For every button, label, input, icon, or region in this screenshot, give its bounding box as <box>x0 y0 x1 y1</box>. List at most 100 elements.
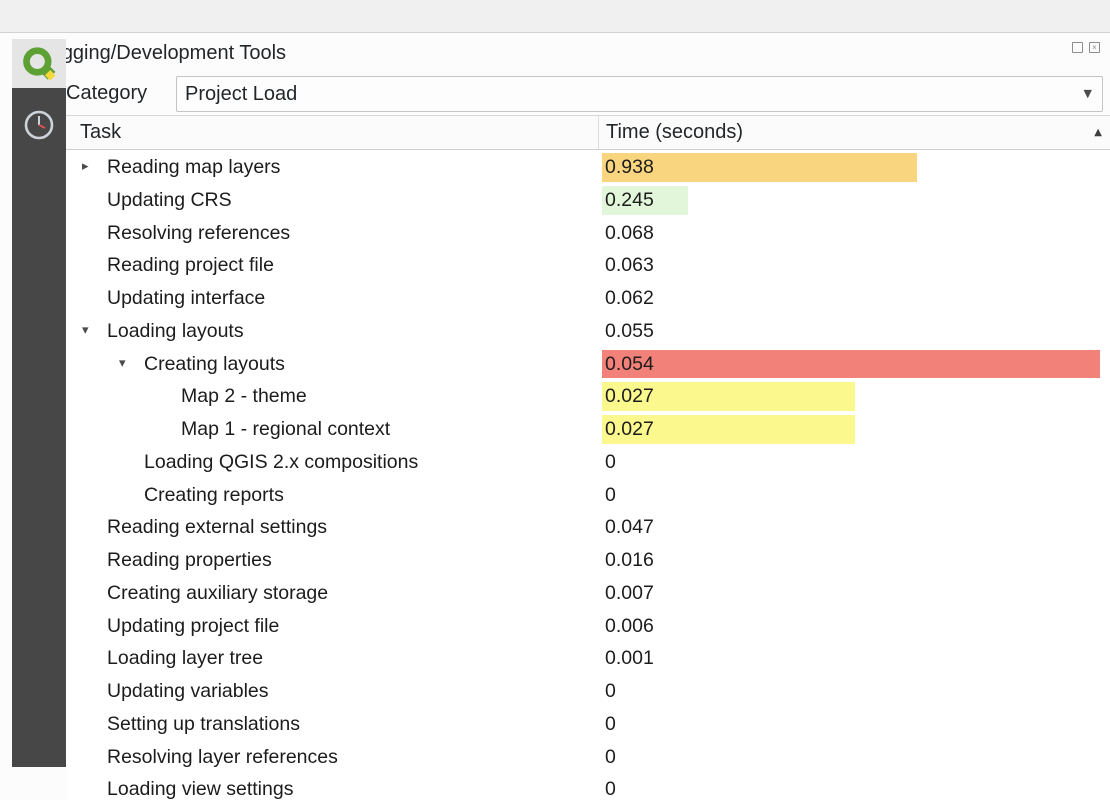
task-label: Creating auxiliary storage <box>107 582 328 604</box>
time-cell: 0.016 <box>598 544 1110 577</box>
task-label: Map 1 - regional context <box>181 418 390 440</box>
table-row[interactable]: Creating auxiliary storage 0.007 <box>66 577 1110 610</box>
table-row[interactable]: Reading project file 0.063 <box>66 249 1110 282</box>
time-cell: 0.007 <box>598 577 1110 610</box>
time-value: 0.063 <box>605 249 654 282</box>
chevron-down-icon: ▼ <box>1084 77 1092 111</box>
table-row[interactable]: Map 2 - theme0.027 <box>66 380 1110 413</box>
time-cell: 0 <box>598 773 1110 800</box>
sort-ascending-icon: ▲ <box>1094 116 1102 149</box>
time-value: 0 <box>605 675 616 708</box>
table-row[interactable]: ▾Creating layouts0.054 <box>66 348 1110 381</box>
task-label: Resolving layer references <box>107 746 338 768</box>
table-row[interactable]: Resolving layer references0 <box>66 741 1110 774</box>
time-value: 0.006 <box>605 610 654 643</box>
task-cell: Reading project file <box>66 249 598 282</box>
main-window-background <box>0 0 1110 33</box>
time-value: 0.938 <box>605 151 654 184</box>
time-value: 0.007 <box>605 577 654 610</box>
table-row[interactable]: Creating reports0 <box>66 479 1110 512</box>
table-row[interactable]: Updating project file 0.006 <box>66 610 1110 643</box>
task-cell: Reading properties <box>66 544 598 577</box>
time-cell: 0 <box>598 675 1110 708</box>
table-header: Task Time (seconds) ▲ <box>66 115 1110 150</box>
table-row[interactable]: Updating variables 0 <box>66 675 1110 708</box>
table-row[interactable]: Loading view settings 0 <box>66 773 1110 800</box>
time-cell: 0.027 <box>598 380 1110 413</box>
profiler-clock-icon[interactable] <box>12 100 66 150</box>
table-row[interactable]: Updating CRS0.245 <box>66 184 1110 217</box>
expander-expanded-icon[interactable]: ▾ <box>82 315 89 348</box>
task-label: Reading project file <box>107 254 274 276</box>
devtools-icon-bar <box>12 39 66 767</box>
table-row[interactable]: Reading properties0.016 <box>66 544 1110 577</box>
category-row: Category Project Load ▼ <box>0 73 1110 115</box>
qgis-logo-icon <box>12 39 66 88</box>
task-cell: Creating reports <box>66 479 598 512</box>
time-cell: 0.245 <box>598 184 1110 217</box>
float-panel-icon[interactable] <box>1072 42 1083 53</box>
task-label: Loading view settings <box>107 778 293 800</box>
table-row[interactable]: ▾ Loading layouts 0.055 <box>66 315 1110 348</box>
task-cell: Updating interface <box>66 282 598 315</box>
table-row[interactable]: Updating interface 0.062 <box>66 282 1110 315</box>
time-value: 0 <box>605 446 616 479</box>
table-row[interactable]: Reading external settings 0.047 <box>66 511 1110 544</box>
time-cell: 0.001 <box>598 642 1110 675</box>
table-body: ▸ Reading map layers 0.938Updating CRS0.24… <box>66 151 1110 800</box>
task-cell: Map 1 - regional context <box>66 413 598 446</box>
panel-title-bar: Debugging/Development Tools × <box>0 33 1110 73</box>
task-label: Updating interface <box>107 287 265 309</box>
expander-collapsed-icon[interactable]: ▸ <box>82 151 89 184</box>
time-cell: 0.047 <box>598 511 1110 544</box>
time-value: 0 <box>605 773 616 800</box>
task-label: Reading map layers <box>107 156 280 178</box>
task-label: Setting up translations <box>107 713 300 735</box>
time-cell: 0.062 <box>598 282 1110 315</box>
task-cell: Loading QGIS 2.x compositions <box>66 446 598 479</box>
task-cell: Reading external settings <box>66 511 598 544</box>
time-value: 0.055 <box>605 315 654 348</box>
category-selected-value: Project Load <box>185 77 297 111</box>
time-cell: 0.063 <box>598 249 1110 282</box>
column-header-task[interactable]: Task <box>66 116 598 149</box>
table-row[interactable]: Loading layer tree 0.001 <box>66 642 1110 675</box>
profiler-table: Task Time (seconds) ▲ ▸ Reading map layer… <box>66 115 1110 800</box>
task-cell: ▾Creating layouts <box>66 348 598 381</box>
category-select[interactable]: Project Load ▼ <box>176 76 1103 112</box>
time-value: 0.027 <box>605 380 654 413</box>
task-cell: Resolving references <box>66 217 598 250</box>
task-label: Resolving references <box>107 222 290 244</box>
task-cell: Loading layer tree <box>66 642 598 675</box>
task-label: Updating project file <box>107 615 279 637</box>
task-label: Updating variables <box>107 680 269 702</box>
table-row[interactable]: Resolving references0.068 <box>66 217 1110 250</box>
task-cell: ▾ Loading layouts <box>66 315 598 348</box>
time-value: 0.001 <box>605 642 654 675</box>
time-cell: 0.027 <box>598 413 1110 446</box>
table-row[interactable]: Map 1 - regional context 0.027 <box>66 413 1110 446</box>
table-row[interactable]: Setting up translations 0 <box>66 708 1110 741</box>
table-row[interactable]: Loading QGIS 2.x compositions0 <box>66 446 1110 479</box>
time-value: 0.062 <box>605 282 654 315</box>
column-header-time[interactable]: Time (seconds) ▲ <box>598 116 1110 149</box>
table-row[interactable]: ▸ Reading map layers 0.938 <box>66 151 1110 184</box>
time-value: 0.047 <box>605 511 654 544</box>
task-label: Reading external settings <box>107 516 327 538</box>
debugging-tools-panel: Debugging/Development Tools × Category P… <box>0 33 1110 800</box>
close-panel-icon[interactable]: × <box>1089 42 1100 53</box>
time-cell: 0 <box>598 446 1110 479</box>
task-label: Loading layer tree <box>107 647 263 669</box>
task-label: Loading layouts <box>107 320 244 342</box>
time-cell: 0.938 <box>598 151 1110 184</box>
task-cell: ▸ Reading map layers <box>66 151 598 184</box>
task-cell: Resolving layer references <box>66 741 598 774</box>
category-label: Category <box>66 73 147 113</box>
expander-expanded-icon[interactable]: ▾ <box>119 348 126 381</box>
task-cell: Map 2 - theme <box>66 380 598 413</box>
time-value: 0 <box>605 708 616 741</box>
time-cell: 0 <box>598 479 1110 512</box>
task-cell: Updating variables <box>66 675 598 708</box>
time-value: 0.027 <box>605 413 654 446</box>
time-value: 0.054 <box>605 348 654 381</box>
